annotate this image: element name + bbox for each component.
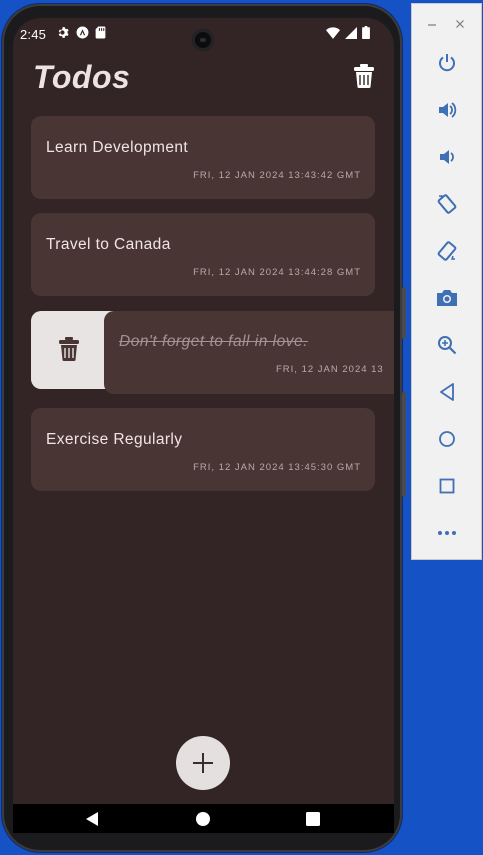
- todo-item-swiped[interactable]: Don't forget to fall in love. FRI, 12 JA…: [104, 311, 394, 394]
- camera-icon: [437, 290, 457, 306]
- volume-up-button[interactable]: [433, 96, 461, 124]
- zoom-button[interactable]: [433, 331, 461, 359]
- rotate-right-button[interactable]: [433, 237, 461, 265]
- todo-date: FRI, 12 JAN 2024 13: [276, 364, 384, 375]
- status-system-icons: [326, 26, 370, 39]
- more-icon: [438, 531, 456, 535]
- close-button[interactable]: [454, 17, 466, 29]
- todo-title: Exercise Regularly: [46, 431, 183, 448]
- volume-down-icon: [440, 150, 454, 164]
- todo-date: FRI, 12 JAN 2024 13:45:30 GMT: [193, 462, 361, 473]
- add-todo-button[interactable]: [176, 736, 230, 790]
- delete-all-button[interactable]: [351, 62, 377, 90]
- system-nav-bar: [13, 804, 394, 833]
- todo-title: Travel to Canada: [46, 236, 171, 253]
- signal-icon: [345, 26, 357, 39]
- device-screen: 2:45 Todos Learn Development FRI, 12 JAN…: [13, 18, 394, 833]
- todo-title: Learn Development: [46, 139, 189, 156]
- trash-icon: [59, 337, 79, 362]
- recents-icon: [306, 811, 320, 826]
- nav-back-button[interactable]: [72, 804, 112, 833]
- emulator-home-button[interactable]: [433, 425, 461, 453]
- todo-item[interactable]: Exercise Regularly FRI, 12 JAN 2024 13:4…: [31, 408, 375, 491]
- rotate-right-icon: [437, 241, 457, 261]
- todo-item[interactable]: Learn Development FRI, 12 JAN 2024 13:43…: [31, 116, 375, 199]
- back-icon: [86, 811, 98, 826]
- emulator-overview-button[interactable]: [433, 472, 461, 500]
- nav-home-button[interactable]: [183, 804, 223, 833]
- emulator-phone-frame: 2:45 Todos Learn Development FRI, 12 JAN…: [2, 4, 406, 852]
- todo-title-completed: Don't forget to fall in love.: [119, 333, 308, 350]
- emulator-back-button[interactable]: [433, 378, 461, 406]
- todo-date: FRI, 12 JAN 2024 13:44:28 GMT: [193, 267, 361, 278]
- volume-up-icon: [439, 102, 457, 118]
- plus-icon: [193, 753, 213, 773]
- emulator-toolbar: [411, 3, 482, 560]
- minimize-button[interactable]: [426, 17, 438, 29]
- power-button[interactable]: [433, 49, 461, 77]
- overview-icon: [439, 478, 455, 494]
- todo-date: FRI, 12 JAN 2024 13:43:42 GMT: [193, 170, 361, 181]
- gear-icon: [58, 27, 69, 38]
- battery-icon: [362, 26, 370, 39]
- close-icon: [456, 20, 464, 28]
- todo-item[interactable]: Travel to Canada FRI, 12 JAN 2024 13:44:…: [31, 213, 375, 296]
- zoom-icon: [438, 336, 457, 355]
- status-notification-icons: [57, 26, 106, 39]
- minimize-icon: [428, 24, 436, 26]
- volume-rocker: [402, 392, 406, 497]
- status-time: 2:45: [20, 27, 47, 42]
- home-icon: [196, 811, 210, 826]
- trash-icon: [354, 64, 374, 88]
- back-icon: [440, 383, 454, 401]
- toolbar-window-controls: [412, 17, 481, 31]
- rotate-left-icon: [437, 194, 457, 214]
- power-key: [402, 287, 406, 339]
- a-badge-icon: [76, 26, 89, 39]
- rotate-left-button[interactable]: [433, 190, 461, 218]
- wifi-icon: [326, 26, 340, 39]
- page-title: Todos: [33, 59, 131, 95]
- more-button[interactable]: [433, 519, 461, 547]
- home-icon: [439, 431, 455, 447]
- front-camera: [192, 29, 214, 51]
- screenshot-button[interactable]: [433, 284, 461, 312]
- volume-down-button[interactable]: [433, 143, 461, 171]
- swipe-delete-button[interactable]: [59, 337, 81, 363]
- sd-card-icon: [95, 26, 106, 39]
- power-icon: [439, 54, 455, 72]
- nav-recents-button[interactable]: [293, 804, 333, 833]
